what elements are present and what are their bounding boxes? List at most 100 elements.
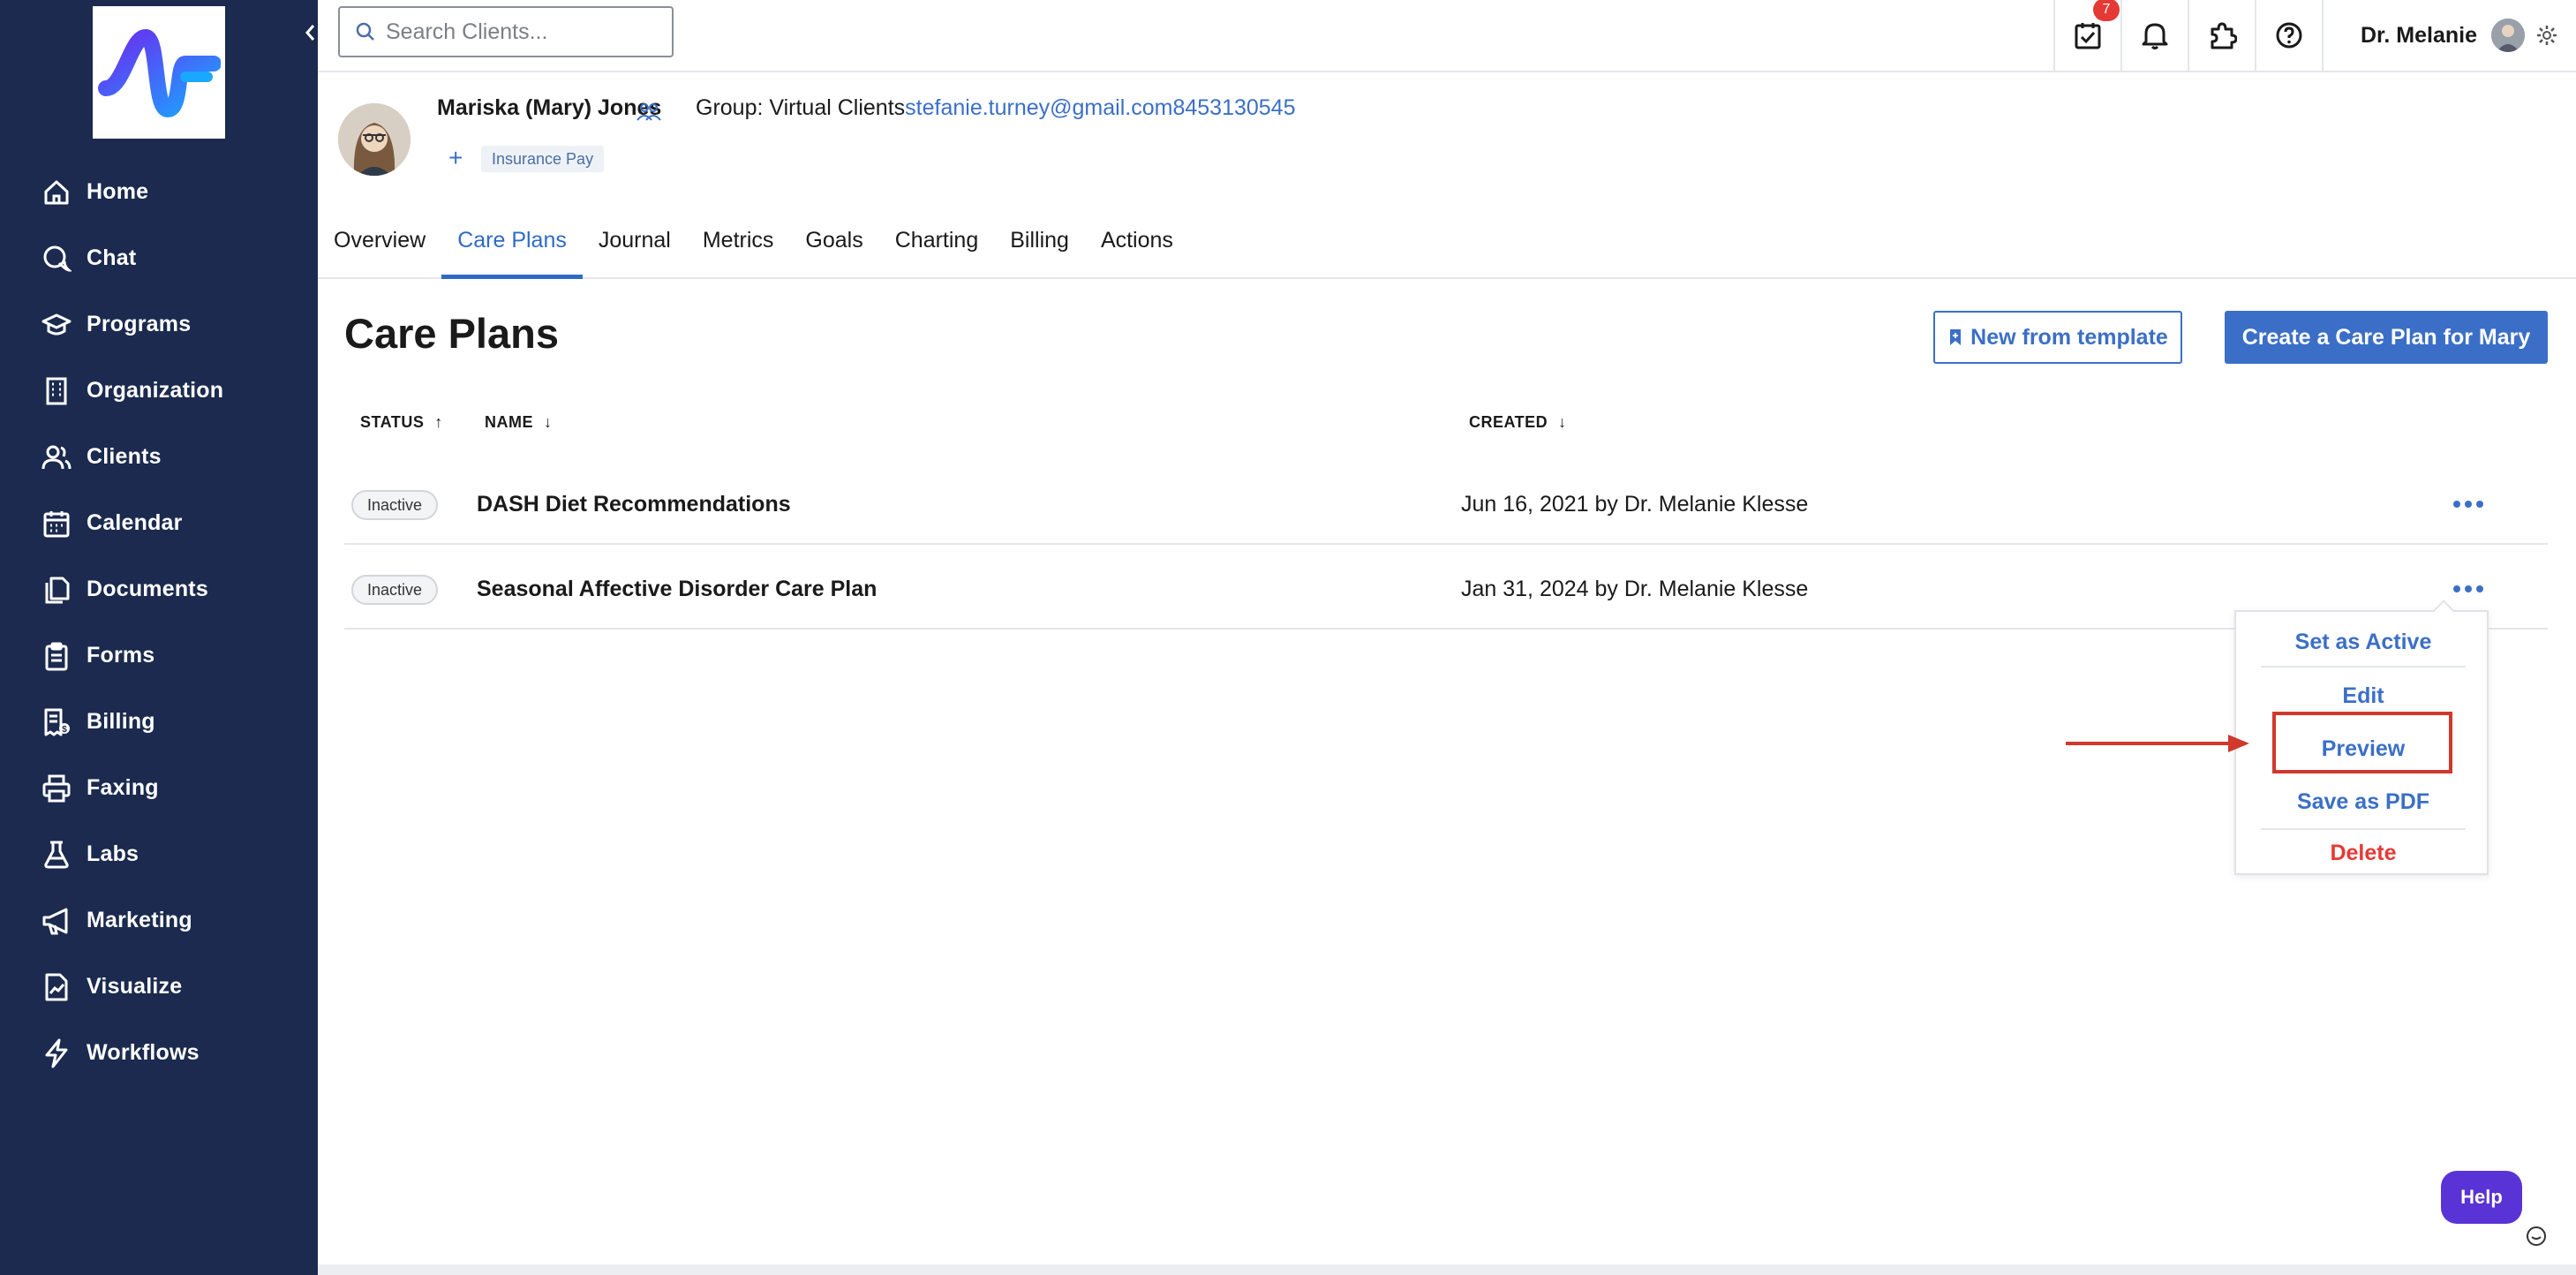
column-header-name[interactable]: NAME ↓ — [485, 413, 553, 432]
search-box[interactable] — [338, 6, 674, 57]
help-button[interactable]: Help — [2441, 1171, 2522, 1224]
sidebar-item-visualize[interactable]: Visualize — [0, 954, 318, 1020]
care-plan-created: Jan 31, 2024 by Dr. Melanie Klesse — [1461, 577, 1809, 601]
top-icons: 7 Dr. Melanie — [2053, 0, 2576, 71]
users-icon — [41, 441, 72, 473]
bookmark-icon — [1950, 329, 1962, 345]
column-header-label: NAME — [485, 413, 533, 431]
question-circle-icon — [2276, 22, 2302, 49]
sort-descending-icon: ↓ — [1558, 413, 1567, 431]
sidebar-item-programs[interactable]: Programs — [0, 291, 318, 358]
annotation-arrow-icon — [2066, 735, 2249, 752]
help-center-button[interactable] — [2255, 0, 2322, 71]
app-logo[interactable] — [93, 6, 225, 139]
sidebar-item-billing[interactable]: $ Billing — [0, 689, 318, 755]
status-badge: Inactive — [351, 575, 439, 605]
calendar-icon — [41, 508, 72, 539]
billing-icon: $ — [41, 706, 72, 738]
sidebar-item-label: Clients — [87, 444, 162, 469]
sidebar-item-label: Labs — [87, 841, 139, 866]
sidebar-item-documents[interactable]: Documents — [0, 556, 318, 622]
client-email-link[interactable]: stefanie.turney@gmail.com — [905, 95, 1172, 120]
puzzle-icon — [2211, 22, 2237, 49]
chat-icon — [41, 243, 72, 275]
sort-descending-icon: ↓ — [544, 413, 553, 431]
more-actions-button[interactable] — [2445, 573, 2491, 605]
sidebar-item-label: Marketing — [87, 908, 192, 932]
menu-item-set-active[interactable]: Set as Active — [2261, 616, 2466, 668]
table-row[interactable]: Inactive DASH Diet Recommendations Jun 1… — [344, 460, 2548, 545]
column-header-created[interactable]: CREATED ↓ — [1469, 413, 1567, 432]
sidebar-item-label: Forms — [87, 643, 155, 668]
sidebar: Home Chat Programs Organization Clients … — [0, 0, 318, 1275]
table-row[interactable]: Inactive Seasonal Affective Disorder Car… — [344, 545, 2548, 630]
sidebar-item-label: Calendar — [87, 510, 183, 535]
tab-care-plans[interactable]: Care Plans — [441, 221, 583, 279]
sidebar-item-organization[interactable]: Organization — [0, 358, 318, 424]
integrations-button[interactable] — [2188, 0, 2255, 71]
megaphone-icon — [41, 905, 72, 937]
sidebar-item-label: Programs — [87, 312, 192, 336]
more-actions-button[interactable] — [2445, 488, 2491, 520]
sidebar-item-home[interactable]: Home — [0, 159, 318, 225]
task-checkbox-icon — [2075, 23, 2101, 49]
tab-actions[interactable]: Actions — [1085, 221, 1189, 279]
tab-billing[interactable]: Billing — [994, 221, 1085, 279]
sidebar-item-label: Documents — [87, 577, 208, 601]
sidebar-item-label: Billing — [87, 709, 155, 734]
svg-text:$: $ — [62, 725, 67, 735]
tasks-button[interactable]: 7 — [2053, 0, 2120, 71]
sidebar-item-workflows[interactable]: Workflows — [0, 1020, 318, 1086]
client-tabs: Overview Care Plans Journal Metrics Goal… — [318, 221, 2576, 279]
tab-goals[interactable]: Goals — [789, 221, 878, 279]
support-chat-button[interactable] — [2522, 1222, 2550, 1250]
add-tag-button[interactable]: + — [448, 144, 463, 172]
sidebar-item-clients[interactable]: Clients — [0, 424, 318, 490]
gear-icon[interactable] — [2535, 24, 2558, 47]
sidebar-item-chat[interactable]: Chat — [0, 225, 318, 291]
menu-item-delete[interactable]: Delete — [2261, 827, 2466, 879]
user-name: Dr. Melanie — [2361, 22, 2477, 48]
client-tag[interactable]: Insurance Pay — [481, 146, 605, 172]
flask-icon — [41, 839, 72, 871]
new-from-template-label: New from template — [1970, 324, 2168, 350]
documents-icon — [41, 574, 72, 606]
annotation-highlight-box — [2272, 712, 2452, 773]
sidebar-collapse-button[interactable] — [300, 18, 320, 48]
search-icon — [356, 22, 374, 41]
chart-document-icon — [41, 971, 72, 1003]
care-plan-name[interactable]: Seasonal Affective Disorder Care Plan — [477, 577, 877, 602]
care-plan-created: Jun 16, 2021 by Dr. Melanie Klesse — [1461, 492, 1809, 517]
client-group: Group: Virtual Clients — [696, 95, 906, 120]
top-bar: 7 Dr. Melanie — [318, 0, 2576, 72]
tab-overview[interactable]: Overview — [318, 221, 441, 279]
column-header-status[interactable]: STATUS ↑ — [360, 413, 443, 432]
sidebar-item-label: Home — [87, 179, 149, 204]
sort-ascending-icon: ↑ — [434, 413, 443, 431]
tab-journal[interactable]: Journal — [583, 221, 687, 279]
sidebar-item-calendar[interactable]: Calendar — [0, 490, 318, 556]
client-phone-link[interactable]: 8453130545 — [1172, 95, 1295, 120]
column-header-label: CREATED — [1469, 413, 1548, 431]
avatar[interactable] — [2491, 19, 2525, 52]
status-badge: Inactive — [351, 490, 439, 520]
building-icon — [41, 375, 72, 407]
care-plan-name[interactable]: DASH Diet Recommendations — [477, 492, 791, 517]
user-menu[interactable]: Dr. Melanie — [2322, 0, 2576, 71]
new-from-template-button[interactable]: New from template — [1933, 311, 2182, 364]
sidebar-item-label: Workflows — [87, 1040, 200, 1065]
sidebar-item-labs[interactable]: Labs — [0, 821, 318, 887]
sidebar-item-marketing[interactable]: Marketing — [0, 887, 318, 954]
tab-charting[interactable]: Charting — [879, 221, 995, 279]
column-header-label: STATUS — [360, 413, 425, 431]
create-care-plan-button[interactable]: Create a Care Plan for Mary — [2225, 311, 2548, 364]
home-icon — [41, 177, 72, 208]
sidebar-item-forms[interactable]: Forms — [0, 622, 318, 689]
search-input[interactable] — [386, 19, 668, 45]
group-users-icon[interactable] — [636, 101, 662, 124]
tab-metrics[interactable]: Metrics — [687, 221, 790, 279]
notification-badge: 7 — [2093, 0, 2120, 21]
menu-item-save-pdf[interactable]: Save as PDF — [2261, 776, 2466, 827]
sidebar-item-faxing[interactable]: Faxing — [0, 755, 318, 821]
notifications-button[interactable] — [2120, 0, 2188, 71]
